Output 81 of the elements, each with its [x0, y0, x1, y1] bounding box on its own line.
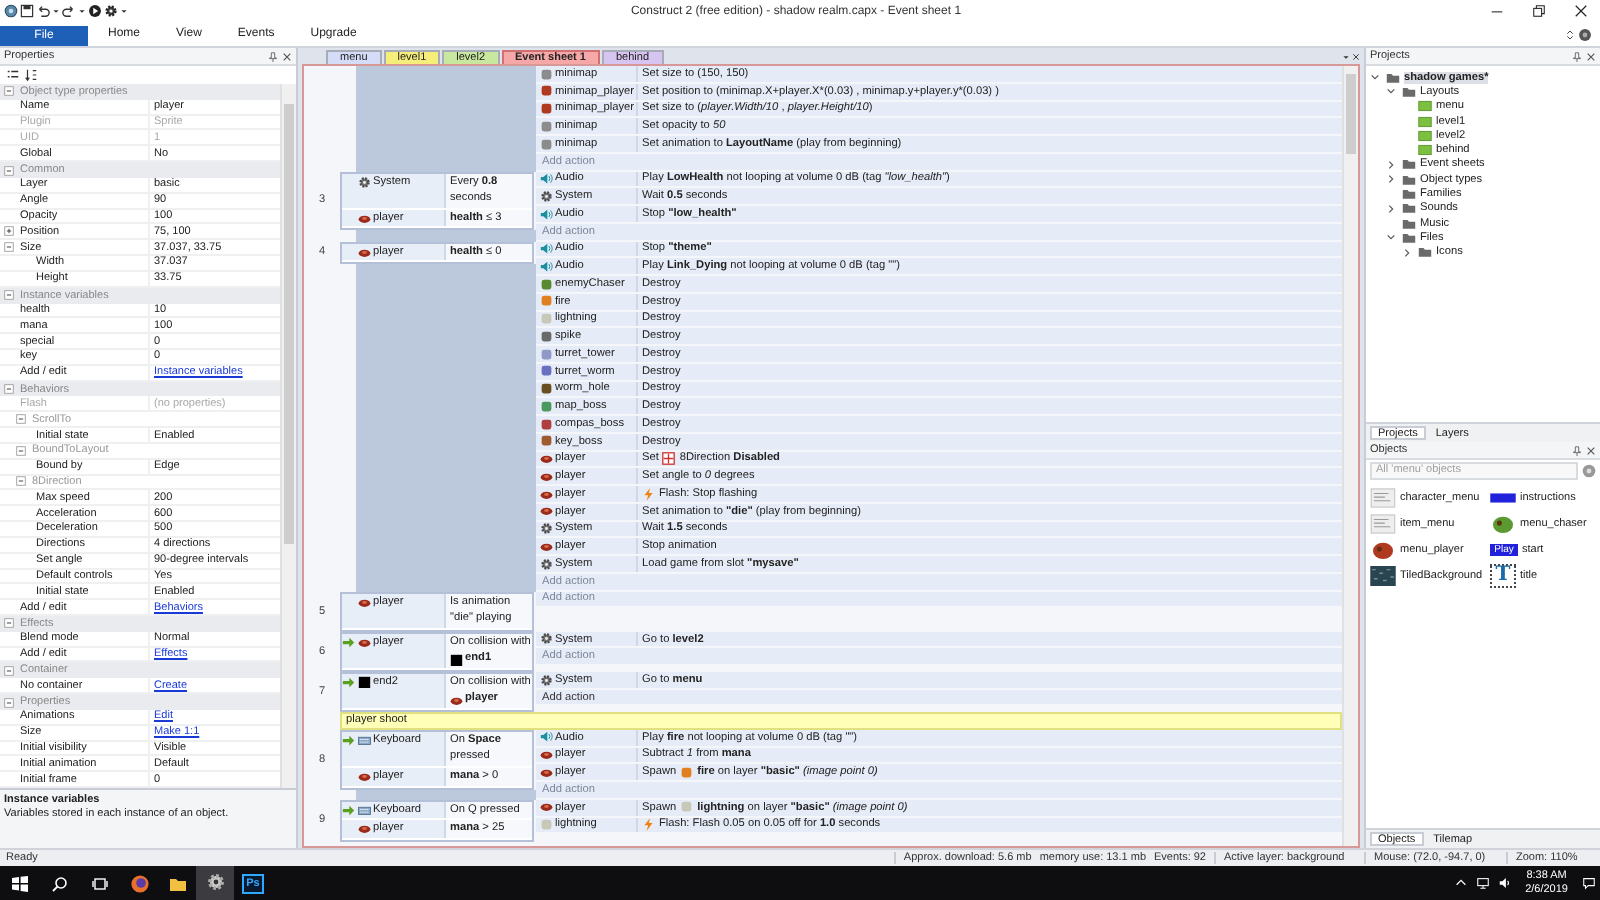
pin-icon[interactable] [268, 51, 278, 61]
gear-icon [358, 175, 371, 188]
collapse-toggle[interactable] [4, 86, 14, 97]
speaker-icon [540, 730, 553, 744]
pattern-thumbnail [1370, 565, 1396, 585]
save-icon[interactable] [20, 4, 34, 18]
restore-icon[interactable] [1532, 4, 1546, 18]
gear-icon [205, 872, 225, 892]
square-icon [358, 676, 371, 688]
collapse-toggle[interactable] [16, 445, 26, 456]
creature-icon [358, 245, 371, 258]
chevron-right-icon[interactable] [1386, 174, 1396, 185]
clear-button[interactable] [1582, 463, 1596, 477]
collapse-toggle[interactable] [4, 384, 14, 395]
taskbar-app[interactable] [196, 865, 234, 900]
arrow-icon [342, 734, 355, 748]
gear-icon[interactable] [104, 4, 118, 18]
play-icon[interactable] [88, 4, 102, 18]
close-icon[interactable] [1586, 51, 1596, 61]
creature-thumbnail [1373, 541, 1393, 559]
creature-icon [540, 800, 553, 814]
close-icon[interactable] [1352, 50, 1360, 64]
collapse-toggle[interactable] [3, 242, 13, 253]
pin-icon[interactable] [1572, 51, 1582, 61]
network-icon[interactable] [1471, 876, 1494, 890]
chevron-right-icon[interactable] [1402, 247, 1412, 258]
folder-icon [167, 873, 187, 893]
scrollbar[interactable] [1342, 66, 1358, 846]
speaker-icon [540, 172, 553, 186]
document-thumbnail [1370, 487, 1396, 507]
keyboard-icon [358, 803, 371, 817]
sort-icon[interactable] [24, 68, 38, 82]
speaker-icon [540, 242, 553, 256]
creature-icon [358, 822, 371, 836]
collapse-toggle[interactable] [4, 618, 14, 629]
globe-icon [129, 873, 149, 893]
scroll-arrows-icon[interactable] [1566, 27, 1574, 41]
lightning-icon [642, 487, 655, 501]
creature-icon [358, 595, 371, 608]
lightning-icon [642, 818, 655, 832]
creature-icon [358, 635, 371, 649]
chevron-right-icon[interactable] [1386, 203, 1396, 214]
chevron-right-icon[interactable] [1386, 159, 1396, 170]
speaker-icon [540, 259, 553, 273]
close-icon[interactable] [1586, 445, 1596, 455]
collapse-toggle[interactable] [4, 697, 14, 707]
scrollbar[interactable] [280, 84, 296, 788]
document-thumbnail [1370, 513, 1396, 533]
pin-icon[interactable] [1572, 445, 1582, 455]
caret-icon[interactable] [78, 4, 86, 18]
notification-icon[interactable] [1578, 876, 1600, 890]
collapse-toggle[interactable] [4, 290, 14, 301]
arrow-icon [342, 804, 355, 818]
chevron-down-icon[interactable] [1386, 86, 1396, 97]
keyboard-icon [358, 733, 371, 747]
caret-icon[interactable] [52, 4, 60, 18]
speaker-icon [540, 207, 553, 221]
undo-icon[interactable] [36, 4, 50, 18]
collapse-toggle[interactable] [16, 414, 26, 425]
creature-icon [358, 211, 371, 225]
chevron-down-icon[interactable] [1370, 72, 1380, 83]
expand-toggle[interactable] [3, 226, 13, 237]
chevron-down-icon[interactable] [1386, 232, 1396, 243]
bar-thumbnail [1490, 487, 1516, 507]
square-icon [450, 654, 463, 666]
categorized-icon[interactable] [6, 68, 20, 82]
arrow-icon [342, 676, 355, 690]
app-icon[interactable] [4, 4, 18, 18]
redo-icon[interactable] [62, 4, 76, 18]
close-icon[interactable] [1574, 4, 1588, 18]
close-icon[interactable] [282, 51, 292, 61]
collapse-toggle[interactable] [4, 165, 14, 175]
creature-thumbnail [1493, 515, 1513, 533]
collapse-toggle[interactable] [16, 476, 26, 487]
arrow-icon [342, 636, 355, 650]
text-thumbnail: T [1490, 563, 1516, 587]
creature-icon [540, 539, 553, 553]
creature-icon [450, 694, 463, 708]
help-icon[interactable] [1578, 27, 1592, 41]
collapse-toggle[interactable] [4, 665, 14, 676]
creature-icon [358, 770, 371, 783]
